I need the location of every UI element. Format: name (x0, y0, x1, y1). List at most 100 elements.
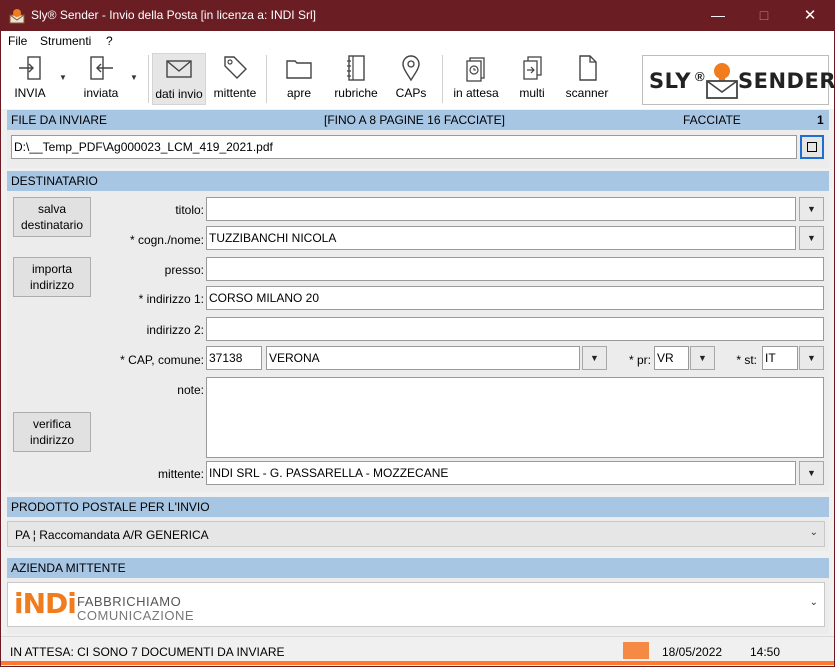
indirizzo2-label: indirizzo 2: (146, 323, 204, 337)
menu-help[interactable]: ? (106, 34, 113, 48)
mittente-field[interactable] (206, 461, 796, 485)
provincia-label: * pr: (628, 353, 651, 367)
provincia-dropdown-button[interactable]: ▼ (690, 346, 715, 370)
toolbar-separator (442, 55, 443, 103)
presso-field[interactable] (206, 257, 824, 281)
indirizzo1-field[interactable] (206, 286, 824, 310)
menu-bar: File Strumenti ? (1, 31, 834, 51)
menu-strumenti[interactable]: Strumenti (40, 34, 91, 48)
stato-dropdown-button[interactable]: ▼ (799, 346, 824, 370)
in-attesa-label: in attesa (453, 86, 499, 100)
product-section-title: PRODOTTO POSTALE PER L'INVIO (11, 500, 210, 514)
recipient-panel: salva destinatario importa indirizzo ver… (7, 191, 829, 492)
chevron-down-icon: ⌄ (809, 527, 818, 538)
company-panel: iNDi FABBRICHIAMO COMUNICAZIONE ⌄ (7, 578, 829, 634)
mittente-label: mittente (213, 86, 257, 100)
cognome-label: * cogn./nome: (129, 233, 204, 247)
chevron-down-icon: ⌄ (809, 597, 818, 608)
rubriche-label: rubriche (334, 86, 378, 100)
envelope-icon (166, 60, 192, 78)
product-select[interactable]: PA ¦ Raccomandata A/R GENERICA ⌄ (7, 521, 825, 547)
titolo-dropdown-button[interactable]: ▼ (799, 197, 824, 221)
file-section-title: FILE DA INVIARE (11, 113, 108, 127)
logo-text-left: SLY (649, 69, 691, 93)
company-logo-brand: iNDi (14, 587, 77, 620)
file-section-header: FILE DA INVIARE [FINO A 8 PAGINE 16 FACC… (7, 110, 829, 130)
dati-invio-label: dati invio (155, 87, 203, 101)
sly-sender-logo: SLY ® SENDER (642, 55, 835, 105)
mittente-field-label: mittente: (157, 467, 204, 481)
presso-label: presso: (164, 263, 204, 277)
product-panel: PA ¦ Raccomandata A/R GENERICA ⌄ (7, 517, 829, 551)
rubriche-button[interactable]: rubriche (331, 53, 381, 105)
browse-file-button[interactable] (800, 135, 824, 159)
stato-label: * st: (736, 353, 757, 367)
square-icon (807, 142, 817, 152)
menu-file[interactable]: File (8, 34, 27, 48)
cognome-dropdown-button[interactable]: ▼ (799, 226, 824, 250)
window-title: Sly® Sender - Invio della Posta [in lice… (31, 8, 316, 22)
invia-dropdown-arrow-icon[interactable]: ▼ (59, 73, 67, 82)
close-button[interactable]: ✕ (787, 0, 833, 31)
app-client-area: File Strumenti ? INVIA ▼ inviata ▼ dati … (1, 31, 835, 666)
tag-icon (224, 56, 247, 79)
title-bar: Sly® Sender - Invio della Posta [in lice… (0, 0, 835, 31)
recipient-section-header: DESTINATARIO (7, 171, 829, 191)
verify-address-button[interactable]: verifica indirizzo (13, 412, 91, 452)
multi-button[interactable]: multi (513, 53, 551, 105)
caps-label: CAPs (395, 86, 427, 100)
invia-label: INVIA (14, 86, 46, 100)
cognome-field[interactable] (206, 226, 796, 250)
caps-button[interactable]: CAPs (393, 53, 429, 105)
scanner-label: scanner (565, 86, 609, 100)
page-limit-note: [FINO A 8 PAGINE 16 FACCIATE] (324, 113, 505, 127)
logo-registered-mark: ® (695, 69, 705, 84)
note-label: note: (177, 383, 204, 397)
maximize-button[interactable]: □ (741, 0, 787, 31)
cap-field[interactable] (206, 346, 262, 370)
toolbar-separator (266, 55, 267, 103)
apre-button[interactable]: apre (280, 53, 318, 105)
mittente-dropdown-button[interactable]: ▼ (799, 461, 824, 485)
cap-comune-label: * CAP, comune: (120, 353, 204, 367)
scanner-button[interactable]: scanner (564, 53, 610, 105)
app-icon (9, 9, 25, 24)
titolo-label: titolo: (175, 203, 204, 217)
comune-field[interactable] (266, 346, 580, 370)
file-path-field[interactable] (11, 135, 797, 159)
inviata-button[interactable]: inviata (79, 53, 123, 105)
comune-dropdown-button[interactable]: ▼ (582, 346, 607, 370)
stato-field[interactable] (762, 346, 798, 370)
indirizzo2-field[interactable] (206, 317, 824, 341)
inviata-label: inviata (83, 86, 119, 100)
import-address-button[interactable]: importa indirizzo (13, 257, 91, 297)
folder-icon (286, 60, 312, 79)
provincia-field[interactable] (654, 346, 689, 370)
note-field[interactable] (206, 377, 824, 458)
product-section-header: PRODOTTO POSTALE PER L'INVIO (7, 497, 829, 517)
inviata-dropdown-arrow-icon[interactable]: ▼ (130, 73, 138, 82)
accent-bottom-line (1, 661, 834, 665)
facciate-label: FACCIATE (683, 113, 741, 127)
invia-button[interactable]: INVIA (8, 53, 52, 105)
company-section-title: AZIENDA MITTENTE (11, 561, 126, 575)
indirizzo1-label: * indirizzo 1: (138, 292, 204, 306)
map-pin-icon (402, 55, 420, 82)
apre-label: apre (286, 86, 312, 100)
address-book-icon (347, 55, 365, 81)
send-out-icon (19, 56, 41, 80)
company-logo-line2: COMUNICAZIONE (77, 608, 194, 623)
save-recipient-button[interactable]: salva destinatario (13, 197, 91, 237)
in-attesa-button[interactable]: in attesa (451, 53, 501, 105)
titolo-field[interactable] (206, 197, 796, 221)
pending-documents-icon (466, 57, 485, 82)
minimize-button[interactable]: — (695, 0, 741, 31)
product-selected-value: PA ¦ Raccomandata A/R GENERICA (15, 528, 209, 542)
envelope-bulb-icon (706, 63, 738, 99)
mittente-button[interactable]: mittente (210, 53, 260, 105)
toolbar-separator (148, 55, 149, 103)
company-select[interactable]: iNDi FABBRICHIAMO COMUNICAZIONE ⌄ (7, 582, 825, 627)
dati-invio-button[interactable]: dati invio (152, 53, 206, 105)
facciate-count: 1 (817, 113, 824, 127)
status-time: 14:50 (750, 645, 781, 659)
